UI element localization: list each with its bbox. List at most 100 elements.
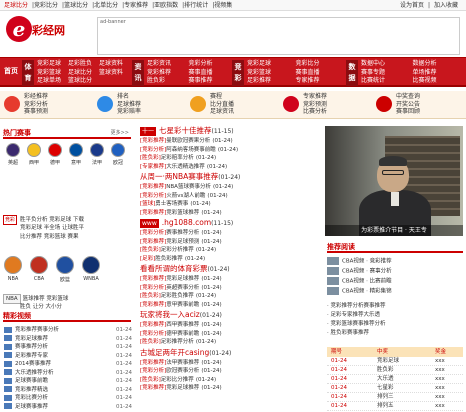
news-headline-3[interactable]: 看看所谓的体育彩票(01-24) <box>140 264 320 275</box>
news-line-4-2[interactable]: [胜负彩]足彩推荐分析 (01-24) <box>140 338 320 347</box>
top-link-4[interactable]: |专家推荐 <box>122 0 148 11</box>
news-headline-2[interactable]: www .hg1088.com(11-15) <box>140 218 320 229</box>
bball-team-0[interactable]: NBA <box>3 256 23 282</box>
nav-home[interactable]: 首页 <box>2 58 20 84</box>
top-link-1[interactable]: |竞彩比分 <box>32 0 58 11</box>
top-link-2[interactable]: |篮球比分 <box>62 0 88 11</box>
featured-row-9[interactable]: 足球赛事推荐 01-24 <box>4 403 132 412</box>
nav-cat-2[interactable]: 竞彩 <box>232 60 244 86</box>
table-row[interactable]: 01-24 大乐透 xxx <box>327 375 463 384</box>
recommend-row-0[interactable]: CBA视频 · 竞彩推荐 <box>327 257 392 266</box>
bullet-row-2[interactable]: · 竞彩篮球赛事推荐分析 <box>327 320 386 328</box>
promo-group-1[interactable]: 排名 足球推荐 竞彩赔率 <box>97 93 187 116</box>
promo-group-4[interactable]: 中奖查询 开奖公告 赛事回顾 <box>376 93 466 116</box>
bball-row-1[interactable]: 胜负 让分 大小分 <box>20 303 62 311</box>
news-line-2-0[interactable]: [竞彩分析]赛事推荐分析 (01-24) <box>140 229 320 238</box>
cg-tag[interactable]: 竞彩 <box>3 215 18 225</box>
recommend-row-1[interactable]: CBA视频 · 赛事分析 <box>327 267 392 276</box>
top-right-link-2[interactable]: 加入收藏 <box>434 0 458 11</box>
nav-item-0-5[interactable]: 篮球比分 <box>68 77 92 85</box>
team-5[interactable]: 欧冠 <box>108 143 128 166</box>
cg-row-1[interactable]: 竞彩足球 半全场 让球胜平 <box>20 224 84 232</box>
bball-row-text-0[interactable]: 篮球推荐 竞彩篮球 <box>23 296 69 302</box>
nav-item-1-1[interactable]: 竞彩推荐 <box>147 69 171 77</box>
news-line-0-3[interactable]: [专家推荐]大乐透精选推荐 (01-24) <box>140 163 320 172</box>
promo-line-3-2[interactable]: 比赛分析 <box>303 108 327 116</box>
promo-group-2[interactable]: 赛程 比分直播 足球资讯 <box>190 93 280 116</box>
news-line-3-1[interactable]: [竞彩分析]英超赛事分析 (01-24) <box>140 284 320 293</box>
nav-cat-1[interactable]: 资讯 <box>132 60 144 86</box>
team-2[interactable]: 德甲 <box>45 143 65 166</box>
nav-item-3-4[interactable]: 单场推荐 <box>413 69 437 77</box>
nav-item-0-2[interactable]: 足球单场 <box>37 77 61 85</box>
nav-item-0-1[interactable]: 竞彩篮球 <box>37 69 61 77</box>
promo-line-0-2[interactable]: 赛事预测 <box>24 108 48 116</box>
nav-item-2-1[interactable]: 竞彩篮球 <box>247 69 271 77</box>
top-link-5[interactable]: |亚欧指数 <box>152 0 178 11</box>
hot-match-more[interactable]: 更多>> <box>111 129 129 136</box>
nav-item-2-0[interactable]: 竞彩足球 <box>247 60 271 68</box>
table-row[interactable]: 01-24 排列三 xxx <box>327 393 463 402</box>
nav-item-1-3[interactable]: 竞彩分析 <box>189 60 213 68</box>
nav-item-3-2[interactable]: 比赛统计 <box>361 77 385 85</box>
promo-group-3[interactable]: 专家推荐 竞彩预测 比赛分析 <box>283 93 373 116</box>
nav-item-0-7[interactable]: 篮球资料 <box>99 69 123 77</box>
nav-item-3-1[interactable]: 赛事专题 <box>361 69 385 77</box>
cg-row-0[interactable]: 胜平负分析 竞彩足球 下载 <box>20 217 84 223</box>
nav-item-0-0[interactable]: 竞彩足球 <box>37 60 61 68</box>
news-line-1-3[interactable]: [竞彩推荐]竞彩篮球推荐 (01-24) <box>140 209 320 218</box>
nav-item-0-4[interactable]: 足球比分 <box>68 69 92 77</box>
nav-cat-0[interactable]: 体育 <box>22 60 34 86</box>
bball-team-1[interactable]: CBA <box>29 256 49 282</box>
ad-banner[interactable]: ad-banner <box>97 17 460 55</box>
top-link-7[interactable]: |视频集 <box>212 0 232 11</box>
nav-item-0-3[interactable]: 足彩胜负 <box>68 60 92 68</box>
news-line-5-3[interactable]: [竞彩推荐]竞彩足球推荐 (01-24) <box>140 384 320 393</box>
top-right-link-0[interactable]: 设为首页 <box>400 0 424 11</box>
news-line-5-0[interactable]: [竞彩推荐]法甲赛事推荐 (01-24) <box>140 359 320 368</box>
nav-item-2-4[interactable]: 赛事直播 <box>296 69 320 77</box>
promo-line-1-2[interactable]: 竞彩赔率 <box>117 108 141 116</box>
nav-item-1-2[interactable]: 胜负彩 <box>147 77 165 85</box>
nav-item-2-5[interactable]: 专家推荐 <box>296 77 320 85</box>
top-right-link-1[interactable]: | <box>428 0 430 11</box>
bullet-row-0[interactable]: · 竞彩推荐分析赛事推荐 <box>327 302 386 310</box>
nav-item-3-5[interactable]: 比赛视频 <box>413 77 437 85</box>
team-4[interactable]: 法甲 <box>87 143 107 166</box>
news-line-0-0[interactable]: [竞彩推荐]曼联欧冠赛果分析 (01-24) <box>140 137 320 146</box>
table-row[interactable]: 01-24 七星彩 xxx <box>327 384 463 393</box>
news-line-2-1[interactable]: [竞彩推荐]竞彩足球预测 (01-24) <box>140 238 320 247</box>
news-line-5-2[interactable]: [胜负彩]足彩比分推荐 (01-24) <box>140 376 320 385</box>
top-link-0[interactable]: 足球比分 <box>4 0 28 11</box>
news-line-5-1[interactable]: [竞彩分析]欧冠赛事分析 (01-24) <box>140 367 320 376</box>
news-line-4-0[interactable]: [竞彩推荐]西甲赛事推荐 (01-24) <box>140 321 320 330</box>
bullet-row-3[interactable]: · 胜负彩赛事推荐 <box>327 329 369 337</box>
top-link-3[interactable]: |北单比分 <box>92 0 118 11</box>
news-line-0-1[interactable]: [竞彩分析]阿森纳客场赛事前瞻 (01-24) <box>140 146 320 155</box>
promo-line-2-2[interactable]: 足球资讯 <box>210 108 234 116</box>
nav-item-1-0[interactable]: 足彩资讯 <box>147 60 171 68</box>
nav-item-3-3[interactable]: 数据分析 <box>413 60 437 68</box>
news-headline-0[interactable]: 十一 七星彩十佳推荐(11-15) <box>140 126 320 137</box>
news-line-3-0[interactable]: [竞彩推荐]竞彩足球推荐 (01-24) <box>140 275 320 284</box>
news-line-2-2[interactable]: [胜负彩]足彩分析推荐 (01-24) <box>140 246 320 255</box>
news-headline-4[interactable]: 玩家将我一入aciz(01-24) <box>140 310 320 321</box>
news-line-1-1[interactable]: [竞彩分析]火箭vs湖人前瞻 (01-24) <box>140 192 320 201</box>
bullet-row-1[interactable]: · 足彩专家推荐大乐透 <box>327 311 380 319</box>
video-player[interactable]: 为彩票推介节目 · 天王专 <box>325 126 463 236</box>
recommend-row-3[interactable]: CBA视频 · 精彩集锦 <box>327 287 392 296</box>
news-headline-1[interactable]: 从周一·两NBA赛事推荐(01-24) <box>140 172 320 183</box>
nav-item-1-4[interactable]: 赛事直播 <box>189 69 213 77</box>
table-row[interactable]: 01-24 竞彩足球 xxx <box>327 357 463 366</box>
site-logo[interactable]: e 彩经网 <box>6 16 66 44</box>
bball-team-3[interactable]: WNBA <box>81 256 101 282</box>
bball-tag-0[interactable]: NBA <box>3 294 21 304</box>
news-line-1-0[interactable]: [竞彩推荐]NBA篮球赛事分析 (01-24) <box>140 183 320 192</box>
top-link-6[interactable]: |排行统计 <box>182 0 208 11</box>
nav-item-1-5[interactable]: 赛事推荐 <box>189 77 213 85</box>
nav-item-0-6[interactable]: 足球资料 <box>99 60 123 68</box>
table-row[interactable]: 01-24 胜负彩 xxx <box>327 366 463 375</box>
nav-item-2-2[interactable]: 足彩推荐 <box>247 77 271 85</box>
nav-cat-3[interactable]: 数据 <box>346 60 358 86</box>
team-0[interactable]: 英超 <box>3 143 23 166</box>
